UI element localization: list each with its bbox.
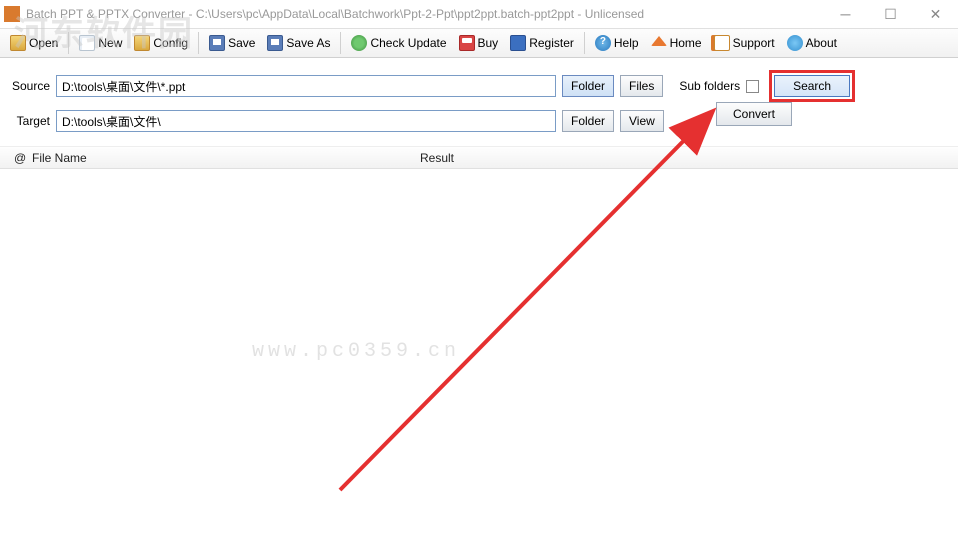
- open-button[interactable]: Open: [4, 33, 64, 53]
- source-label: Source: [10, 79, 50, 93]
- source-folder-button[interactable]: Folder: [562, 75, 614, 97]
- config-button[interactable]: Config: [128, 33, 194, 53]
- cart-icon: [459, 35, 475, 51]
- source-files-button[interactable]: Files: [620, 75, 663, 97]
- convert-wrap: Convert: [716, 102, 792, 126]
- new-label: New: [98, 36, 122, 50]
- open-label: Open: [29, 36, 58, 50]
- help-button[interactable]: ?Help: [589, 33, 645, 53]
- toolbar-separator: [198, 32, 199, 54]
- title-bar: Batch PPT & PPTX Converter - C:\Users\pc…: [0, 0, 958, 28]
- save-label: Save: [228, 36, 255, 50]
- buy-button[interactable]: Buy: [453, 33, 505, 53]
- app-icon: [4, 6, 20, 22]
- subfolders-checkbox[interactable]: [746, 80, 759, 93]
- col-at: @: [6, 151, 24, 165]
- support-label: Support: [733, 36, 775, 50]
- maximize-button[interactable]: ☐: [868, 0, 913, 28]
- help-icon: ?: [595, 35, 611, 51]
- info-icon: [787, 35, 803, 51]
- save-as-icon: [267, 35, 283, 51]
- support-icon: [714, 35, 730, 51]
- search-button[interactable]: Search: [774, 75, 850, 97]
- about-label: About: [806, 36, 837, 50]
- form-panel: Source Folder Files Sub folders Search T…: [0, 58, 958, 147]
- close-button[interactable]: ✕: [913, 0, 958, 28]
- save-as-button[interactable]: Save As: [261, 33, 336, 53]
- about-button[interactable]: About: [781, 33, 843, 53]
- home-label: Home: [670, 36, 702, 50]
- search-highlight: Search: [769, 70, 855, 102]
- source-row: Source Folder Files Sub folders Search: [10, 70, 948, 102]
- config-label: Config: [153, 36, 188, 50]
- check-update-button[interactable]: Check Update: [345, 33, 452, 53]
- source-input[interactable]: [56, 75, 556, 97]
- col-filename: File Name: [24, 151, 412, 165]
- save-icon: [209, 35, 225, 51]
- new-file-icon: [79, 35, 95, 51]
- minimize-button[interactable]: ─: [823, 0, 868, 28]
- gear-icon: [134, 35, 150, 51]
- new-button[interactable]: New: [73, 33, 128, 53]
- convert-button[interactable]: Convert: [716, 102, 792, 126]
- register-button[interactable]: Register: [504, 33, 580, 53]
- register-label: Register: [529, 36, 574, 50]
- toolbar-separator: [584, 32, 585, 54]
- results-table-header: @ File Name Result: [0, 147, 958, 169]
- results-table-body: [0, 169, 958, 549]
- main-toolbar: Open New Config Save Save As Check Updat…: [0, 28, 958, 58]
- update-icon: [351, 35, 367, 51]
- window-title: Batch PPT & PPTX Converter - C:\Users\pc…: [26, 7, 644, 21]
- col-result: Result: [412, 151, 952, 165]
- support-button[interactable]: Support: [708, 33, 781, 53]
- home-button[interactable]: Home: [645, 34, 708, 52]
- register-icon: [510, 35, 526, 51]
- folder-open-icon: [10, 35, 26, 51]
- home-icon: [651, 36, 667, 46]
- buy-label: Buy: [478, 36, 499, 50]
- subfolders-label: Sub folders: [679, 79, 740, 93]
- toolbar-separator: [68, 32, 69, 54]
- target-folder-button[interactable]: Folder: [562, 110, 614, 132]
- saveas-label: Save As: [286, 36, 330, 50]
- toolbar-separator: [340, 32, 341, 54]
- target-input[interactable]: [56, 110, 556, 132]
- window-controls: ─ ☐ ✕: [823, 0, 958, 28]
- target-row: Target Folder View: [10, 110, 948, 132]
- target-view-button[interactable]: View: [620, 110, 664, 132]
- checkupdate-label: Check Update: [370, 36, 446, 50]
- target-label: Target: [10, 114, 50, 128]
- save-button[interactable]: Save: [203, 33, 261, 53]
- help-label: Help: [614, 36, 639, 50]
